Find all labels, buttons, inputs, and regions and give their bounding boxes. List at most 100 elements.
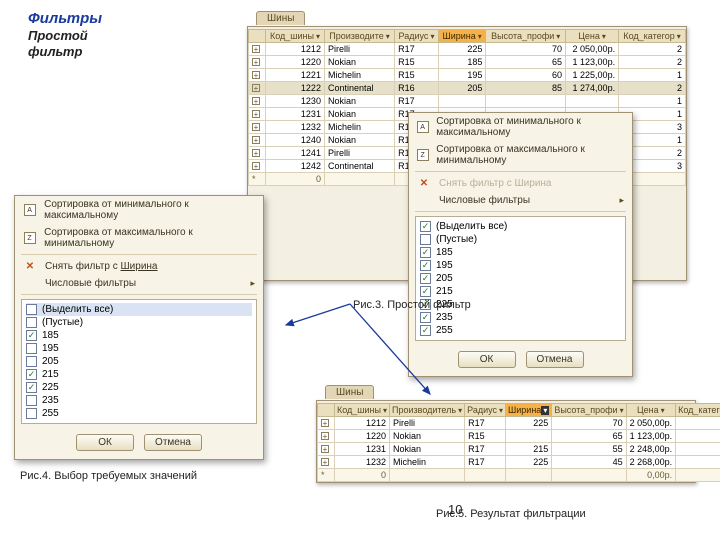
checkbox-icon[interactable]: ✓ xyxy=(26,382,37,393)
expand-icon[interactable]: + xyxy=(321,432,329,440)
checkbox-icon[interactable]: ✓ xyxy=(420,260,431,271)
table-row[interactable]: + 1212PirelliR17 22570 2 050,00р.2 xyxy=(318,417,720,430)
col-price[interactable]: Цена▾ xyxy=(565,30,618,43)
col-profile[interactable]: Высота_профи▾ xyxy=(486,30,566,43)
summary-row: *0 0,00р.0 xyxy=(318,469,720,482)
page-title: Фильтры xyxy=(28,10,102,27)
ok-button[interactable]: ОК xyxy=(76,434,134,451)
table-row[interactable]: + 1220NokianR15 18565 1 123,00р.2 xyxy=(249,56,686,69)
checkbox-icon[interactable] xyxy=(26,304,37,315)
col-width[interactable]: Ширина▾ xyxy=(506,404,552,417)
check-label: 205 xyxy=(42,356,59,367)
checkbox-icon[interactable]: ✓ xyxy=(420,312,431,323)
col-radius[interactable]: Радиус▾ xyxy=(465,404,506,417)
col-maker[interactable]: Производитель▾ xyxy=(390,404,465,417)
menu-number-filters[interactable]: Числовые фильтры ▸ xyxy=(409,192,632,209)
checkbox-icon[interactable] xyxy=(26,343,37,354)
menu-sort-asc[interactable]: Сортировка от минимального к максимально… xyxy=(409,113,632,141)
checkbox-icon[interactable] xyxy=(26,395,37,406)
col-radius[interactable]: Радиус▾ xyxy=(395,30,439,43)
table-row[interactable]: + 1220NokianR15 65 1 123,00р.2 xyxy=(318,430,720,443)
check-label: 205 xyxy=(436,273,453,284)
check-label: 185 xyxy=(42,330,59,341)
checkbox-icon[interactable]: ✓ xyxy=(26,330,37,341)
table-row[interactable]: + 1221MichelinR15 19560 1 225,00р.1 xyxy=(249,69,686,82)
expand-icon[interactable]: + xyxy=(252,45,260,53)
col-id[interactable]: Код_шины▾ xyxy=(266,30,325,43)
checklist-item[interactable]: 205 xyxy=(26,355,252,368)
checkbox-icon[interactable]: ✓ xyxy=(420,221,431,232)
table-row[interactable]: + 1212PirelliR17 22570 2 050,00р.2 xyxy=(249,43,686,56)
clear-filter-icon: ✕ xyxy=(24,260,36,272)
menu-sort-desc[interactable]: Сортировка от максимального к минимально… xyxy=(15,224,263,252)
checkbox-icon[interactable]: ✓ xyxy=(420,286,431,297)
checklist-item[interactable]: ✓ 225 xyxy=(26,381,252,394)
sort-asc-icon xyxy=(24,204,36,216)
checklist-item[interactable]: ✓ 235 xyxy=(420,311,621,324)
expand-icon[interactable]: + xyxy=(252,58,260,66)
col-maker[interactable]: Производите▾ xyxy=(324,30,394,43)
cancel-button[interactable]: Отмена xyxy=(526,351,584,368)
checkbox-icon[interactable]: ✓ xyxy=(420,325,431,336)
col-profile[interactable]: Высота_профи▾ xyxy=(552,404,626,417)
check-label: (Пустые) xyxy=(42,317,83,328)
checkbox-icon[interactable] xyxy=(26,356,37,367)
fig3-checklist[interactable]: ✓(Выделить все)(Пустые)✓185✓195✓205✓215✓… xyxy=(415,216,626,341)
menu-sort-desc[interactable]: Сортировка от максимального к минимально… xyxy=(409,141,632,169)
checklist-item[interactable]: ✓ 205 xyxy=(420,272,621,285)
expand-icon[interactable]: + xyxy=(252,97,260,105)
expand-icon[interactable]: + xyxy=(321,445,329,453)
checklist-item[interactable]: ✓ 195 xyxy=(420,259,621,272)
table-row[interactable]: + 1230NokianR17 1 xyxy=(249,95,686,108)
expand-icon[interactable]: + xyxy=(252,84,260,92)
checkbox-icon[interactable]: ✓ xyxy=(420,247,431,258)
cancel-button[interactable]: Отмена xyxy=(144,434,202,451)
checklist-item[interactable]: ✓ 185 xyxy=(26,329,252,342)
checklist-item[interactable]: ✓215 xyxy=(26,368,252,381)
checklist-item[interactable]: ✓(Выделить все) xyxy=(420,220,621,233)
checklist-item[interactable]: 235 xyxy=(26,394,252,407)
checkbox-icon[interactable] xyxy=(420,234,431,245)
datasheet-tab[interactable]: Шины xyxy=(325,385,374,399)
checkbox-icon[interactable]: ✓ xyxy=(26,369,37,380)
checklist-item[interactable]: 255 xyxy=(26,407,252,420)
checkbox-icon[interactable] xyxy=(26,317,37,328)
fig4-checklist[interactable]: (Выделить все)(Пустые)✓185195205✓215✓225… xyxy=(21,299,257,424)
check-label: (Выделить все) xyxy=(42,304,113,315)
checklist-item[interactable]: 195 xyxy=(26,342,252,355)
expand-icon[interactable]: + xyxy=(252,110,260,118)
table-row[interactable]: + 1231NokianR17 21555 2 248,00р.1 xyxy=(318,443,720,456)
checkbox-icon[interactable]: ✓ xyxy=(420,273,431,284)
ok-button[interactable]: ОК xyxy=(458,351,516,368)
expand-icon[interactable]: + xyxy=(321,458,329,466)
checklist-item[interactable]: ✓215 xyxy=(420,285,621,298)
col-price[interactable]: Цена▾ xyxy=(626,404,676,417)
check-label: 225 xyxy=(42,382,59,393)
check-label: (Пустые) xyxy=(436,234,477,245)
expand-icon[interactable]: + xyxy=(252,71,260,79)
expand-icon[interactable]: + xyxy=(321,419,329,427)
check-label: 235 xyxy=(436,312,453,323)
col-id[interactable]: Код_шины▾ xyxy=(335,404,390,417)
col-width[interactable]: Ширина▾ xyxy=(438,30,485,43)
check-label: 195 xyxy=(436,260,453,271)
checklist-item[interactable]: ✓ 185 xyxy=(420,246,621,259)
checklist-item[interactable]: (Выделить все) xyxy=(26,303,252,316)
menu-clear-filter[interactable]: ✕ Снять фильтр с Ширина xyxy=(15,257,263,275)
col-cat[interactable]: Код_категор▾ xyxy=(619,30,686,43)
table-row[interactable]: + 1222ContinentalR16 20585 1 274,00р.2 xyxy=(249,82,686,95)
table-row[interactable]: + 1232MichelinR17 22545 2 268,00р.3 xyxy=(318,456,720,469)
menu-sort-asc[interactable]: Сортировка от минимального к максимально… xyxy=(15,196,263,224)
datasheet-tab[interactable]: Шины xyxy=(256,11,305,25)
checklist-item[interactable]: ✓255 xyxy=(420,324,621,337)
expand-icon[interactable]: + xyxy=(252,123,260,131)
expand-icon[interactable]: + xyxy=(252,136,260,144)
col-cat[interactable]: Код_категор▾ xyxy=(676,404,720,417)
checklist-item[interactable]: (Пустые) xyxy=(26,316,252,329)
expand-icon[interactable]: + xyxy=(252,162,260,170)
check-label: 185 xyxy=(436,247,453,258)
checklist-item[interactable]: (Пустые) xyxy=(420,233,621,246)
expand-icon[interactable]: + xyxy=(252,149,260,157)
menu-number-filters[interactable]: Числовые фильтры ▸ xyxy=(15,275,263,292)
checkbox-icon[interactable] xyxy=(26,408,37,419)
